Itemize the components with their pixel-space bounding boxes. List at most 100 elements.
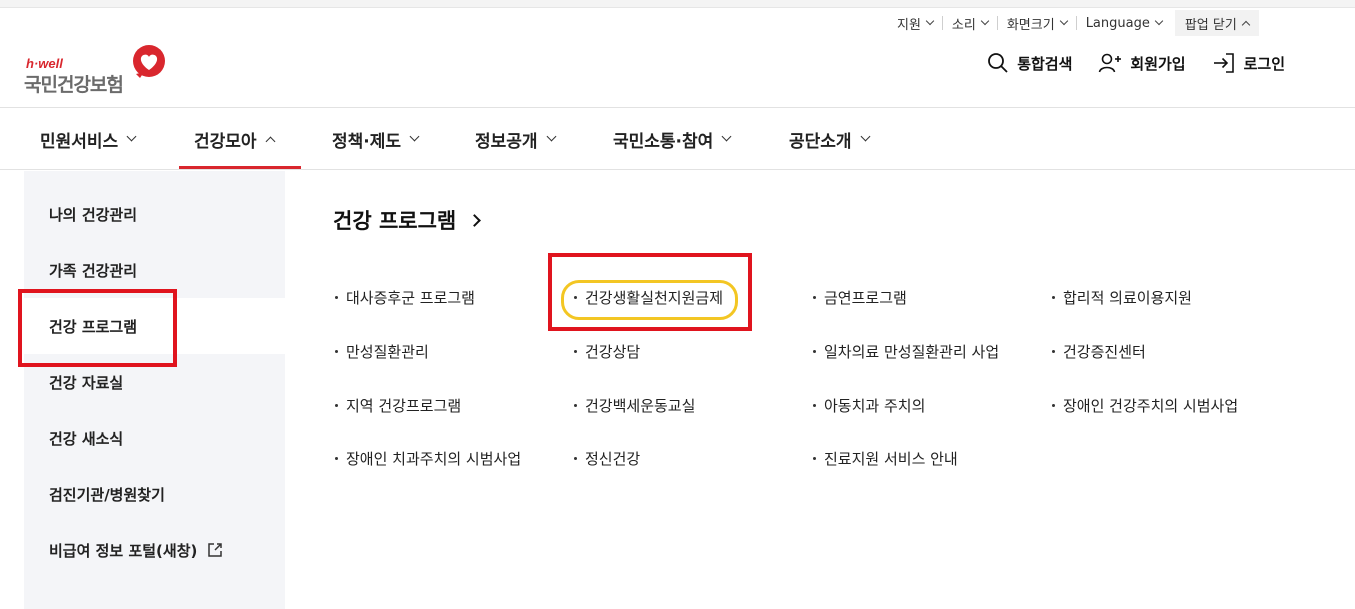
bullet (335, 296, 338, 299)
gnb-item-policy[interactable]: 정책·제도 (332, 108, 420, 170)
program-link[interactable]: 장애인 치과주치의 시범사업 (335, 448, 521, 469)
lnb-item-health-library[interactable]: 건강 자료실 (24, 354, 285, 410)
lnb-label: 건강 자료실 (49, 373, 124, 392)
program-link[interactable]: 건강상담 (574, 341, 640, 362)
screen-size-menu[interactable]: 화면크기 (998, 15, 1076, 33)
program-link-label: 진료지원 서비스 안내 (824, 450, 958, 468)
sound-label: 소리 (951, 17, 976, 33)
program-link[interactable]: 정신건강 (574, 448, 640, 469)
gnb-item-civil-service[interactable]: 민원서비스 (40, 108, 137, 170)
bullet (335, 404, 338, 407)
lnb-item-noncovered-portal[interactable]: 비급여 정보 포털(새창) (24, 522, 285, 578)
bullet (574, 457, 577, 460)
signup-label: 회원가입 (1130, 54, 1186, 73)
chevron-down-icon (860, 131, 871, 142)
search-label: 통합검색 (1017, 54, 1073, 73)
lnb-item-my-health[interactable]: 나의 건강관리 (24, 186, 285, 242)
chevron-down-icon (546, 131, 557, 142)
site-logo[interactable]: h·well 국민건강보험 (24, 44, 174, 96)
program-link[interactable]: 지역 건강프로그램 (335, 395, 461, 416)
bullet (813, 457, 816, 460)
bullet (813, 404, 816, 407)
language-menu[interactable]: Language (1077, 15, 1171, 31)
program-link[interactable]: 만성질환관리 (335, 341, 429, 362)
chevron-down-icon (980, 16, 990, 26)
gnb-label: 정보공개 (475, 131, 538, 152)
program-link-label: 금연프로그램 (824, 289, 907, 307)
top-strip (0, 0, 1355, 8)
lnb-label: 검진기관/병원찾기 (49, 485, 165, 504)
main-navigation: 민원서비스 건강모아 정책·제도 정보공개 국민소통·참여 공단소개 (0, 108, 1355, 170)
close-popup-label: 팝업 닫기 (1184, 17, 1237, 33)
search-button[interactable]: 통합검색 (987, 52, 1072, 74)
active-tab-indicator (179, 166, 301, 169)
signup-button[interactable]: 회원가입 (1098, 52, 1186, 74)
program-link[interactable]: 대사증후군 프로그램 (335, 287, 475, 308)
program-link-label: 건강증진센터 (1063, 343, 1146, 361)
program-link[interactable]: 합리적 의료이용지원 (1052, 287, 1192, 308)
search-icon (988, 53, 1008, 73)
login-button[interactable]: 로그인 (1212, 52, 1285, 74)
chevron-up-icon (265, 136, 276, 146)
program-link-label: 일차의료 만성질환관리 사업 (824, 343, 1000, 361)
screen-size-label: 화면크기 (1006, 17, 1055, 33)
gnb-label: 정책·제도 (332, 131, 402, 152)
lnb-label: 가족 건강관리 (49, 261, 138, 280)
bullet (335, 457, 338, 460)
gnb-item-health-moa[interactable]: 건강모아 (194, 108, 276, 170)
support-menu[interactable]: 지원 (888, 15, 942, 33)
bullet (574, 296, 577, 299)
login-label: 로그인 (1243, 54, 1285, 73)
program-link[interactable]: 금연프로그램 (813, 287, 907, 308)
program-link[interactable]: 건강백세운동교실 (574, 395, 695, 416)
chevron-down-icon (126, 131, 137, 142)
program-link[interactable]: 아동치과 주치의 (813, 395, 925, 416)
section-title: 건강 프로그램 (333, 209, 457, 233)
bullet (1052, 350, 1055, 353)
program-link[interactable]: 장애인 건강주치의 시범사업 (1052, 395, 1238, 416)
program-link[interactable]: 건강증진센터 (1052, 341, 1146, 362)
page: 지원 소리 화면크기 Language 팝업 닫기 h·well 국민건강보험 … (0, 0, 1355, 609)
bullet (335, 350, 338, 353)
chevron-down-icon (1059, 16, 1068, 26)
login-icon (1213, 53, 1234, 73)
support-label: 지원 (897, 17, 921, 33)
program-link-label: 지역 건강프로그램 (346, 397, 462, 415)
lnb-item-health-news[interactable]: 건강 새소식 (24, 410, 285, 466)
bullet (813, 296, 816, 299)
program-link-label: 건강생활실천지원금제 (585, 289, 724, 307)
program-link[interactable]: 일차의료 만성질환관리 사업 (813, 341, 999, 362)
external-link-icon (208, 543, 223, 557)
gnb-item-info-disclosure[interactable]: 정보공개 (475, 108, 557, 170)
chevron-up-icon (1241, 20, 1251, 29)
bullet (1052, 296, 1055, 299)
program-link[interactable]: 진료지원 서비스 안내 (813, 448, 958, 469)
lnb-label: 건강 프로그램 (49, 317, 138, 336)
lnb-label: 건강 새소식 (49, 429, 124, 448)
chevron-right-icon (468, 213, 482, 227)
gnb-label: 국민소통·참여 (613, 131, 714, 152)
language-label: Language (1085, 15, 1150, 31)
program-link-label: 합리적 의료이용지원 (1063, 289, 1192, 307)
program-link-label: 만성질환관리 (346, 343, 429, 361)
sound-menu[interactable]: 소리 (943, 15, 997, 33)
program-link-health-practice-grant[interactable]: 건강생활실천지원금제 (574, 287, 723, 308)
bullet (574, 350, 577, 353)
sub-navigation: 나의 건강관리 가족 건강관리 건강 프로그램 건강 자료실 건강 새소식 검진… (24, 171, 285, 609)
gnb-item-communication[interactable]: 국민소통·참여 (613, 108, 732, 170)
chevron-down-icon (721, 131, 732, 142)
logo-brand: h·well (26, 56, 63, 71)
program-link-label: 장애인 건강주치의 시범사업 (1063, 397, 1239, 415)
add-user-icon (1099, 53, 1122, 73)
bullet (1052, 404, 1055, 407)
program-link-label: 장애인 치과주치의 시범사업 (346, 450, 522, 468)
close-popup-button[interactable]: 팝업 닫기 (1174, 10, 1259, 36)
section-title-link[interactable]: 건강 프로그램 (333, 205, 482, 235)
gnb-item-about[interactable]: 공단소개 (789, 108, 871, 170)
utility-bar: 지원 소리 화면크기 Language 팝업 닫기 (888, 10, 1259, 36)
lnb-item-health-program[interactable]: 건강 프로그램 (24, 298, 285, 354)
lnb-item-hospital-finder[interactable]: 검진기관/병원찾기 (24, 466, 285, 522)
lnb-item-family-health[interactable]: 가족 건강관리 (24, 242, 285, 298)
chevron-down-icon (409, 131, 420, 142)
lnb-label: 나의 건강관리 (49, 205, 138, 224)
